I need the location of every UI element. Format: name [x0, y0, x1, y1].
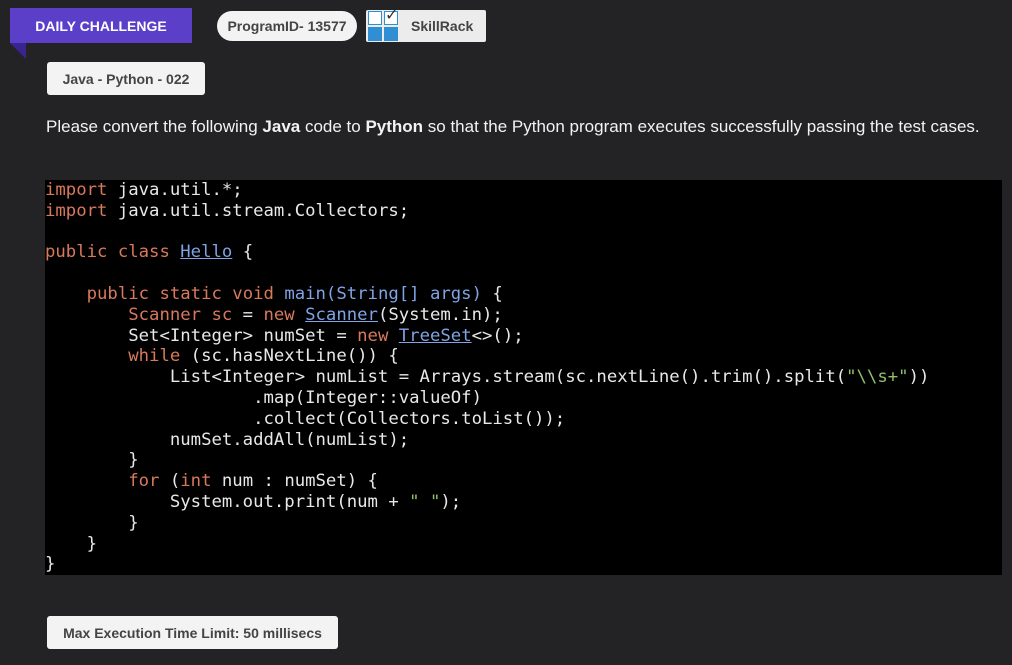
code-line: numSet.addAll(numList); [45, 429, 410, 450]
code-line: } [45, 533, 98, 554]
daily-challenge-label: DAILY CHALLENGE [35, 17, 167, 34]
code-line: .collect(Collectors.toList()); [45, 408, 566, 429]
code-line: List<Integer> numList = Arrays.stream(sc… [45, 367, 930, 388]
code-line: } [45, 512, 139, 533]
code-line: public static void main(String[] args) { [86, 283, 503, 304]
ribbon-fold [10, 43, 26, 59]
execution-time-limit-badge: Max Execution Time Limit: 50 millisecs [47, 616, 338, 649]
code-line: } [45, 554, 56, 575]
skillrack-brand[interactable]: ✓ SkillRack [366, 5, 486, 42]
code-line: import java.util.*; [45, 180, 243, 200]
daily-challenge-ribbon: DAILY CHALLENGE [10, 8, 192, 43]
target-language: Python [365, 117, 424, 136]
code-line: while (sc.hasNextLine()) { [128, 346, 399, 367]
code-line: Scanner sc = new Scanner(System.in); [128, 304, 503, 325]
code-line: System.out.print(num + " "); [45, 491, 462, 512]
code-line: for (int num : numSet) { [128, 471, 378, 492]
challenge-tag: Java - Python - 022 [47, 62, 205, 95]
code-line: Set<Integer> numSet = new TreeSet<>(); [45, 325, 524, 346]
program-id-badge: ProgramID- 13577 [217, 11, 357, 41]
code-line: .map(Integer::valueOf) [45, 387, 482, 408]
problem-description: Please convert the following Java code t… [46, 117, 980, 136]
code-line: import java.util.stream.Collectors; [45, 200, 410, 221]
execution-time-limit-label: Max Execution Time Limit: 50 millisecs [63, 624, 322, 641]
code-line: } [45, 450, 139, 471]
program-id-label: ProgramID- 13577 [227, 18, 347, 34]
challenge-tag-label: Java - Python - 022 [62, 70, 190, 87]
source-language: Java [262, 117, 301, 136]
skillrack-logo-icon: ✓ [367, 5, 399, 42]
code-line: public class Hello { [45, 242, 254, 263]
brand-name: SkillRack [411, 18, 474, 34]
java-code-block: import java.util.*; import java.util.stre… [45, 180, 1002, 575]
